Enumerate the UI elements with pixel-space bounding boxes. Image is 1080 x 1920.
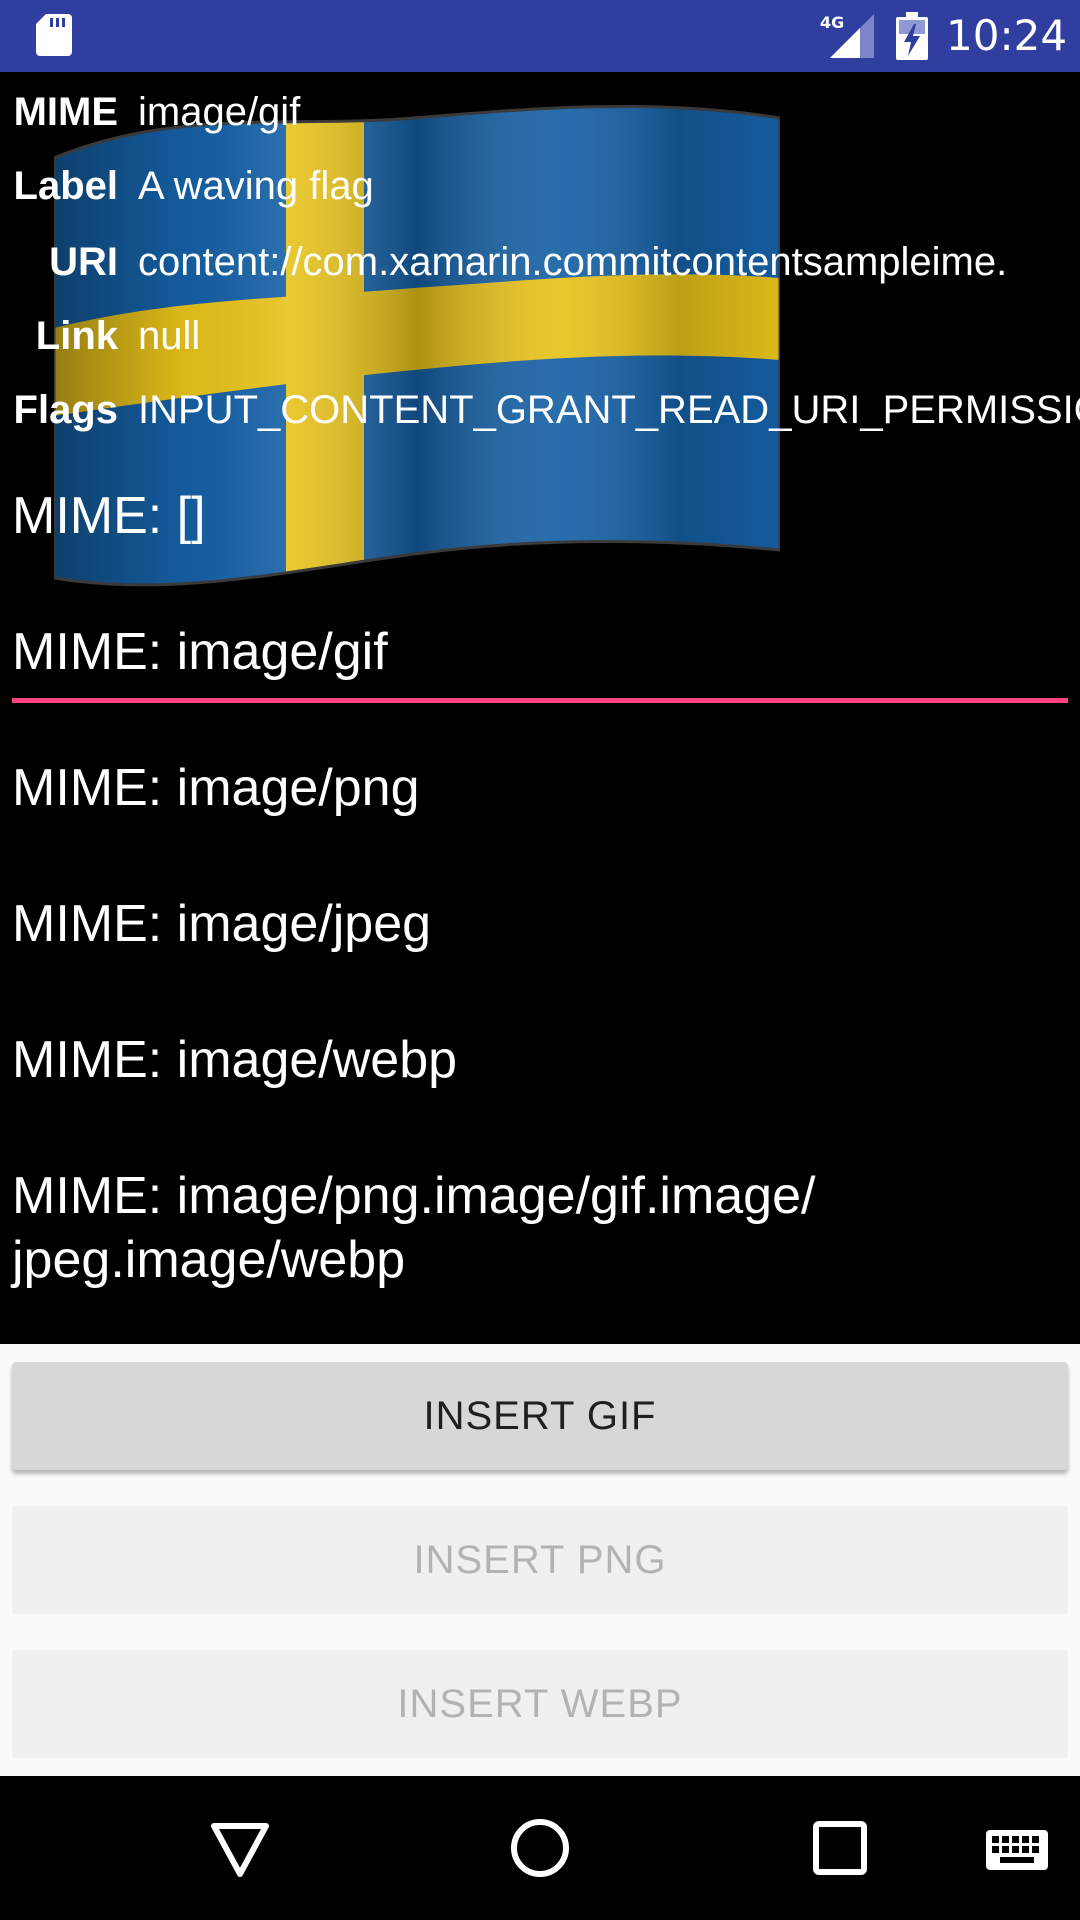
battery-charging-icon [896, 12, 928, 60]
field-text: MIME: image/webp [12, 1031, 458, 1089]
signal-icon: 4G [820, 13, 874, 58]
mime-field-gif[interactable]: MIME: image/gif [12, 620, 1068, 708]
mime-field-jpeg[interactable]: MIME: image/jpeg [12, 892, 1068, 956]
info-row-uri: URI content://com.xamarin.commitcontents… [0, 224, 1080, 300]
info-value: null [138, 314, 201, 358]
field-text: MIME: image/jpeg [12, 895, 432, 953]
status-bar: 4G 10:24 [0, 0, 1080, 72]
button-panel: INSERT GIF INSERT PNG INSERT WEBP [0, 1344, 1080, 1776]
info-value: INPUT_CONTENT_GRANT_READ_URI_PERMISSION [138, 388, 1080, 432]
svg-text:4G: 4G [820, 13, 844, 32]
back-icon[interactable] [204, 1812, 276, 1884]
insert-gif-button[interactable]: INSERT GIF [12, 1362, 1068, 1470]
info-key: MIME [13, 90, 118, 134]
info-row-label: Label A waving flag [0, 148, 1080, 224]
info-value: image/gif [138, 90, 301, 134]
info-row-link: Link null [0, 298, 1080, 374]
field-text: MIME: image/png [12, 759, 420, 817]
keyboard-icon[interactable] [984, 1812, 1050, 1884]
info-row-mime: MIME image/gif [0, 74, 1080, 150]
mime-field-all[interactable]: MIME: image/png.image/gif.image/ jpeg.im… [12, 1164, 1068, 1292]
mime-field-png[interactable]: MIME: image/png [12, 756, 1068, 820]
home-icon[interactable] [504, 1812, 576, 1884]
navigation-bar [0, 1776, 1080, 1920]
field-text-line1: MIME: image/png.image/gif.image/ [12, 1167, 816, 1225]
info-key: Flags [13, 388, 118, 432]
insert-webp-button[interactable]: INSERT WEBP [12, 1650, 1068, 1758]
recents-icon[interactable] [804, 1812, 876, 1884]
field-text: MIME: [] [12, 487, 206, 545]
status-clock: 10:24 [946, 11, 1068, 60]
info-value: content://com.xamarin.commitcontentsampl… [138, 240, 1008, 284]
info-key: Link [35, 314, 118, 358]
field-text: MIME: image/gif [12, 623, 388, 681]
focus-underline [12, 698, 1068, 703]
info-key: URI [49, 240, 118, 284]
info-value: A waving flag [138, 164, 374, 208]
field-text-line2: jpeg.image/webp [12, 1231, 406, 1289]
info-key: Label [13, 164, 118, 208]
info-row-flags: Flags INPUT_CONTENT_GRANT_READ_URI_PERMI… [0, 372, 1080, 448]
app-screen: 4G 10:24 MIME image/gif Label A waving f… [0, 0, 1080, 1920]
mime-field-webp[interactable]: MIME: image/webp [12, 1028, 1068, 1092]
insert-png-button[interactable]: INSERT PNG [12, 1506, 1068, 1614]
mime-field-empty[interactable]: MIME: [] [12, 484, 1068, 548]
sd-card-icon [36, 14, 72, 56]
